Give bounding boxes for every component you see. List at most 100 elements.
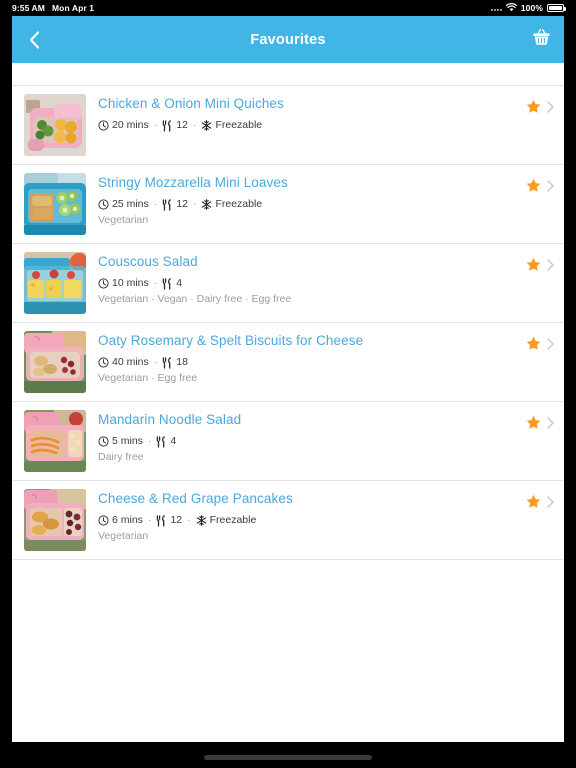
signal-dots-icon: [490, 5, 502, 11]
star-icon[interactable]: [526, 257, 541, 277]
recipe-diet-tags: Dairy free: [98, 451, 144, 463]
recipe-meta: 40 mins · 18: [98, 356, 526, 369]
list-item[interactable]: Oaty Rosemary & Spelt Biscuits for Chees…: [12, 322, 564, 401]
recipe-servings: 12: [170, 514, 183, 526]
meta-separator: ·: [192, 119, 197, 131]
cutlery-icon: [156, 514, 167, 527]
recipe-thumbnail: [24, 489, 86, 551]
star-icon[interactable]: [526, 336, 541, 356]
device-frame: 9:55 AM Mon Apr 1 100% Favourites Chicke…: [0, 0, 576, 768]
recipe-title[interactable]: Mandarin Noodle Salad: [98, 412, 526, 428]
recipe-title[interactable]: Oaty Rosemary & Spelt Biscuits for Chees…: [98, 333, 526, 349]
star-icon[interactable]: [526, 494, 541, 514]
chevron-right-icon[interactable]: [547, 337, 554, 355]
clock-icon: [98, 120, 109, 131]
snowflake-icon: [201, 120, 212, 131]
recipe-servings: 12: [176, 198, 188, 210]
content-spacer: [12, 63, 564, 85]
navigation-bar: Favourites: [12, 16, 564, 63]
meta-separator: ·: [187, 514, 191, 526]
recipe-time: 25 mins: [112, 198, 149, 210]
page-title: Favourites: [250, 31, 326, 48]
row-actions: [526, 94, 554, 119]
battery-icon: [547, 4, 566, 12]
star-icon[interactable]: [526, 415, 541, 435]
recipe-title[interactable]: Chicken & Onion Mini Quiches: [98, 96, 526, 112]
recipe-meta: 10 mins · 4: [98, 277, 526, 290]
recipe-details: Oaty Rosemary & Spelt Biscuits for Chees…: [86, 331, 526, 385]
snowflake-icon: [196, 515, 207, 526]
cutlery-icon: [156, 435, 167, 448]
status-bar: 9:55 AM Mon Apr 1 100%: [0, 0, 576, 16]
chevron-right-icon[interactable]: [547, 100, 554, 118]
recipe-title[interactable]: Couscous Salad: [98, 254, 526, 270]
recipe-freezable: Freezable: [215, 119, 263, 131]
list-item[interactable]: Mandarin Noodle Salad 5 mins · 4 Dairy f…: [12, 401, 564, 480]
chevron-right-icon[interactable]: [547, 416, 554, 434]
shopping-basket-icon: [532, 28, 551, 51]
star-icon[interactable]: [526, 99, 541, 119]
status-time: 9:55 AM: [12, 3, 45, 13]
wifi-icon: [505, 2, 518, 14]
recipe-time: 10 mins: [112, 277, 149, 289]
cutlery-icon: [162, 277, 173, 290]
recipe-title[interactable]: Stringy Mozzarella Mini Loaves: [98, 175, 526, 191]
recipe-meta: 5 mins · 4: [98, 435, 526, 448]
meta-separator: ·: [147, 514, 152, 526]
recipe-meta: 25 mins · 12 · Freezable: [98, 198, 526, 211]
snowflake-icon: [201, 199, 212, 210]
recipe-servings: 4: [176, 277, 183, 289]
chevron-left-icon: [29, 30, 40, 49]
meta-separator: ·: [147, 435, 152, 447]
app-screen: Favourites Chicken & Onion Mini Quiches …: [12, 16, 564, 742]
status-bar-right: 100%: [490, 2, 576, 14]
recipe-thumbnail: [24, 94, 86, 156]
basket-button[interactable]: [518, 16, 564, 63]
recipe-time: 40 mins: [112, 356, 149, 368]
recipe-thumbnail: [24, 410, 86, 472]
recipe-time: 20 mins: [112, 119, 149, 131]
recipe-diet-tags: Vegetarian · Vegan · Dairy free · Egg fr…: [98, 293, 292, 305]
status-bar-left: 9:55 AM Mon Apr 1: [0, 3, 94, 13]
recipe-title[interactable]: Cheese & Red Grape Pancakes: [98, 491, 526, 507]
recipe-thumbnail: [24, 331, 86, 393]
recipe-meta: 6 mins · 12 · Freezable: [98, 514, 526, 527]
clock-icon: [98, 515, 109, 526]
back-button[interactable]: [12, 16, 56, 63]
cutlery-icon: [162, 198, 173, 211]
list-item[interactable]: Stringy Mozzarella Mini Loaves 25 mins ·…: [12, 164, 564, 243]
chevron-right-icon[interactable]: [547, 179, 554, 197]
favourites-list: Chicken & Onion Mini Quiches 20 mins · 1…: [12, 85, 564, 560]
status-date: Mon Apr 1: [51, 3, 95, 13]
list-item[interactable]: Couscous Salad 10 mins · 4 Vegetarian · …: [12, 243, 564, 322]
row-actions: [526, 331, 554, 356]
recipe-servings: 12: [176, 119, 188, 131]
list-bottom-divider: [12, 559, 564, 560]
recipe-servings: 4: [170, 435, 177, 447]
recipe-details: Couscous Salad 10 mins · 4 Vegetarian · …: [86, 252, 526, 306]
home-indicator[interactable]: [204, 755, 372, 760]
meta-separator: ·: [153, 356, 158, 368]
meta-separator: ·: [153, 119, 158, 131]
list-item[interactable]: Chicken & Onion Mini Quiches 20 mins · 1…: [12, 85, 564, 164]
list-item[interactable]: Cheese & Red Grape Pancakes 6 mins · 12 …: [12, 480, 564, 559]
recipe-diet-tags: Vegetarian: [98, 530, 149, 542]
recipe-meta: 20 mins · 12 · Freezable: [98, 119, 526, 132]
recipe-thumbnail: [24, 173, 86, 235]
meta-separator: ·: [153, 277, 158, 289]
recipe-thumbnail: [24, 252, 86, 314]
chevron-right-icon[interactable]: [547, 495, 554, 513]
clock-icon: [98, 357, 109, 368]
chevron-right-icon[interactable]: [547, 258, 554, 276]
recipe-details: Mandarin Noodle Salad 5 mins · 4 Dairy f…: [86, 410, 526, 464]
star-icon[interactable]: [526, 178, 541, 198]
recipe-time: 5 mins: [112, 435, 143, 447]
battery-percent: 100%: [520, 3, 543, 13]
clock-icon: [98, 199, 109, 210]
recipe-servings: 18: [176, 356, 188, 368]
row-actions: [526, 489, 554, 514]
cutlery-icon: [162, 119, 173, 132]
meta-separator: ·: [192, 198, 197, 210]
recipe-freezable: Freezable: [209, 514, 257, 526]
recipe-time: 6 mins: [112, 514, 143, 526]
